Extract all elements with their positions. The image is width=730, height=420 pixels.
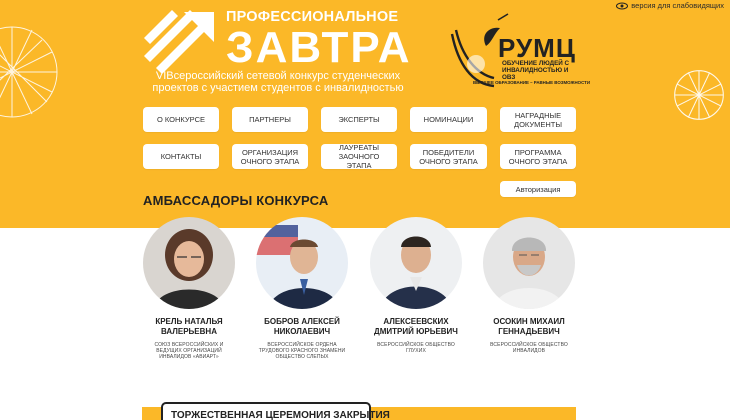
closing-ceremony-tab[interactable]: ТОРЖЕСТВЕННАЯ ЦЕРЕМОНИЯ ЗАКРЫТИЯ xyxy=(161,402,390,420)
ambassador-organization: ВСЕРОССИЙСКОЕ ОРДЕНА ТРУДОВОГО КРАСНОГО … xyxy=(258,342,346,361)
arrow-logo-icon xyxy=(144,10,214,74)
auth-button[interactable]: Авторизация xyxy=(500,181,576,197)
nav-about-button[interactable]: О КОНКУРСЕ xyxy=(143,107,219,132)
globe-decoration-bottom-right xyxy=(618,208,702,228)
ambassador-organization: ВСЕРОССИЙСКОЕ ОБЩЕСТВО ИНВАЛИДОВ xyxy=(490,342,568,355)
rumc-motto: ВЫСШЕЕ ОБРАЗОВАНИЕ – РАВНЫЕ ВОЗМОЖНОСТИ xyxy=(473,80,590,85)
contest-subtitle: VIВсероссийский сетевой конкурс студенче… xyxy=(152,70,404,94)
ambassador-card: ОСОКИН МИХАИЛ ГЕННАДЬЕВИЧ ВСЕРОССИЙСКОЕ … xyxy=(483,217,575,354)
ambassador-photo xyxy=(256,217,348,309)
contest-title-main: ЗАВТРА xyxy=(226,23,412,72)
nav-award-docs-button[interactable]: НАГРАДНЫЕ ДОКУМЕНТЫ xyxy=(500,107,576,132)
ambassador-photo xyxy=(143,217,235,309)
ambassador-photo xyxy=(370,217,462,309)
nav-experts-button[interactable]: ЭКСПЕРТЫ xyxy=(321,107,397,132)
globe-decoration-left xyxy=(0,26,58,118)
nav-winners-button[interactable]: ПОБЕДИТЕЛИ ОЧНОГО ЭТАПА xyxy=(410,144,487,169)
globe-decoration-top-right xyxy=(674,70,724,120)
ambassador-card: КРЕЛЬ НАТАЛЬЯ ВАЛЕРЬЕВНА СОЮЗ ВСЕРОССИЙС… xyxy=(143,217,235,361)
ambassador-photo xyxy=(483,217,575,309)
nav-partners-button[interactable]: ПАРТНЕРЫ xyxy=(232,107,308,132)
ambassador-card: БОБРОВ АЛЕКСЕЙ НИКОЛАЕВИЧ ВСЕРОССИЙСКОЕ … xyxy=(256,217,348,361)
ambassador-name: АЛЕКСЕЕВСКИХ ДМИТРИЙ ЮРЬЕВИЧ xyxy=(374,317,458,336)
ambassador-name: КРЕЛЬ НАТАЛЬЯ ВАЛЕРЬЕВНА xyxy=(155,317,223,336)
ambassadors-heading: АМБАССАДОРЫ КОНКУРСА xyxy=(143,193,329,208)
accessibility-version-link[interactable]: версия для слабовидящих xyxy=(616,1,724,10)
accessibility-version-label: версия для слабовидящих xyxy=(631,1,724,10)
nav-program-button[interactable]: ПРОГРАММА ОЧНОГО ЭТАПА xyxy=(500,144,576,169)
eye-icon xyxy=(616,2,629,9)
ambassador-name: ОСОКИН МИХАИЛ ГЕННАДЬЕВИЧ xyxy=(493,317,565,336)
nav-contacts-button[interactable]: КОНТАКТЫ xyxy=(143,144,219,169)
ambassador-organization: ВСЕРОССИЙСКОЕ ОБЩЕСТВО ГЛУХИХ xyxy=(377,342,455,355)
ambassador-organization: СОЮЗ ВСЕРОССИЙСКИХ И ВЕДУЩИХ ОРГАНИЗАЦИЙ… xyxy=(154,342,224,361)
ambassador-card: АЛЕКСЕЕВСКИХ ДМИТРИЙ ЮРЬЕВИЧ ВСЕРОССИЙСК… xyxy=(370,217,462,354)
nav-nominations-button[interactable]: НОМИНАЦИИ xyxy=(410,107,487,132)
ambassador-name: БОБРОВ АЛЕКСЕЙ НИКОЛАЕВИЧ xyxy=(264,317,340,336)
rumc-tagline: ОБУЧЕНИЕ ЛЮДЕЙ С ИНВАЛИДНОСТЬЮ И ОВЗ xyxy=(502,60,570,81)
nav-laureates-button[interactable]: ЛАУРЕАТЫ ЗАОЧНОГО ЭТАПА xyxy=(321,143,397,170)
nav-organization-button[interactable]: ОРГАНИЗАЦИЯ ОЧНОГО ЭТАПА xyxy=(232,144,308,169)
hero-section: версия для слабовидящих ПРОФЕССИОНАЛЬНОЕ… xyxy=(0,0,730,228)
